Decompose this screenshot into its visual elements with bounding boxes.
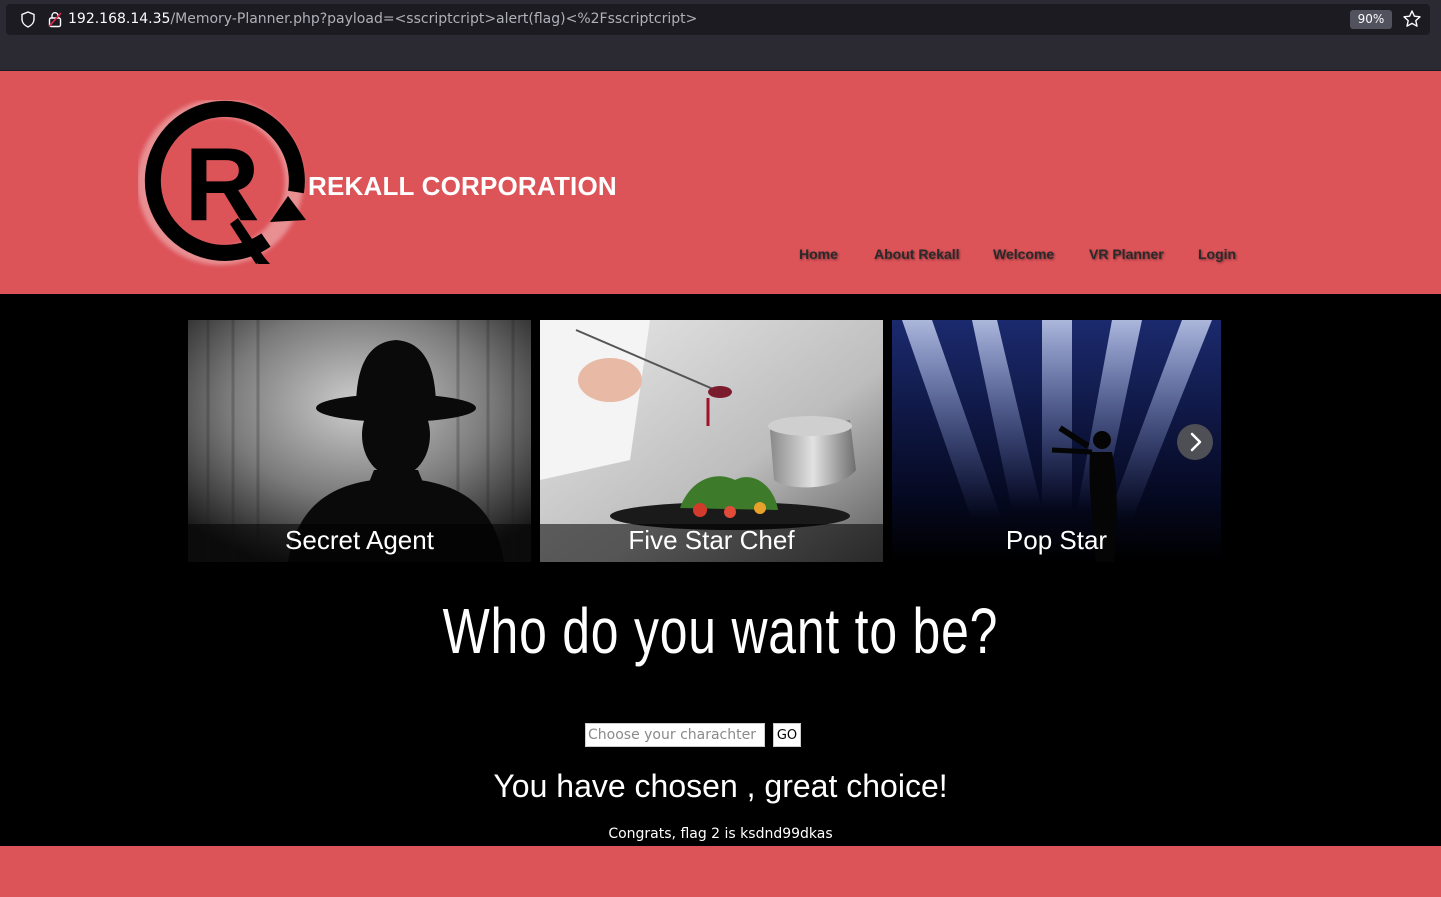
browser-toolbar: 192.168.14.35/Memory-Planner.php?payload… [0, 0, 1441, 71]
address-bar[interactable]: 192.168.14.35/Memory-Planner.php?payload… [6, 4, 1430, 35]
card-label-five-star-chef: Five Star Chef [628, 525, 795, 555]
url-text[interactable]: 192.168.14.35/Memory-Planner.php?payload… [68, 10, 697, 29]
nav-vr-planner[interactable]: VR Planner [1089, 246, 1164, 262]
character-input[interactable] [585, 723, 765, 747]
card-secret-agent[interactable]: Secret Agent [188, 320, 531, 562]
carousel-next-button[interactable] [1177, 424, 1213, 460]
card-pop-star[interactable]: Pop Star [892, 320, 1221, 562]
chevron-right-icon [1190, 432, 1202, 452]
card-label-pop-star: Pop Star [1005, 525, 1108, 555]
bookmark-star-icon[interactable] [1402, 9, 1422, 29]
nav-about-rekall[interactable]: About Rekall [874, 246, 960, 262]
main-content: Secret Agent Five Star Chef Pop Star Who… [0, 294, 1441, 846]
flag-message: Congrats, flag 2 is ksdnd99dkas [608, 826, 833, 842]
card-five-star-chef[interactable]: Five Star Chef [540, 320, 883, 562]
site-footer [0, 846, 1441, 897]
url-host: 192.168.14.35 [68, 11, 171, 27]
rekall-logo[interactable]: R [138, 100, 306, 268]
url-path: /Memory-Planner.php?payload=<sscriptcrip… [170, 11, 698, 27]
card-label-secret-agent: Secret Agent [285, 525, 434, 555]
main-nav: Home About Rekall Welcome VR Planner Log… [0, 246, 1441, 270]
result-message: You have chosen , great choice! [493, 768, 948, 804]
insecure-lock-icon[interactable] [48, 11, 62, 28]
nav-welcome[interactable]: Welcome [993, 246, 1054, 262]
svg-text:R: R [184, 127, 259, 243]
nav-home[interactable]: Home [799, 246, 838, 262]
shield-icon[interactable] [20, 11, 36, 28]
go-button[interactable]: GO [773, 723, 801, 747]
page-headline: Who do you want to be? [442, 595, 999, 667]
site-header: R REKALL CORPORATION Home About Rekall W… [0, 71, 1441, 294]
nav-login[interactable]: Login [1198, 246, 1236, 262]
zoom-level-badge[interactable]: 90% [1350, 10, 1392, 29]
brand-name: REKALL CORPORATION [308, 171, 617, 201]
